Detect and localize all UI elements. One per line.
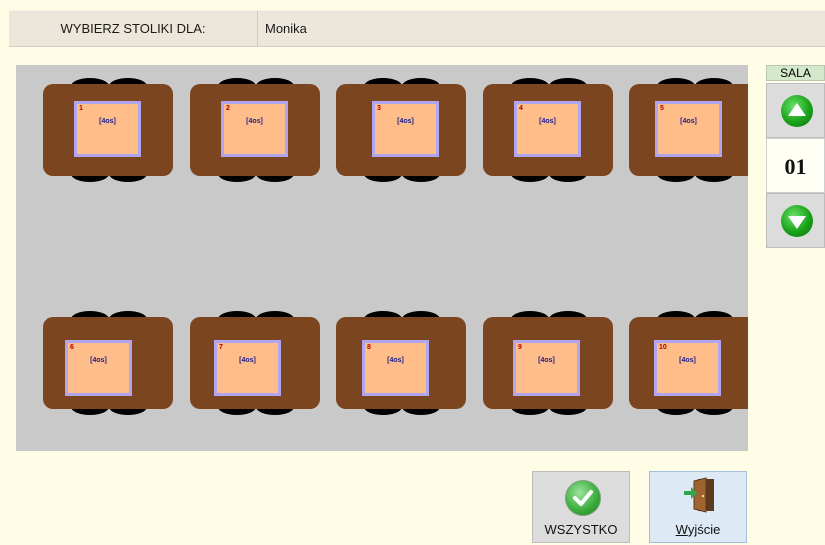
table-3[interactable]: 3 [4os]	[336, 78, 466, 182]
sala-down-button[interactable]	[766, 193, 825, 248]
select-all-button[interactable]: WSZYSTKO	[532, 471, 630, 543]
select-all-label: WSZYSTKO	[544, 522, 618, 537]
table-number: 3	[377, 105, 381, 112]
table-seats: [4os]	[539, 118, 556, 125]
table-5[interactable]: 5 [4os]	[629, 78, 748, 182]
tablecloth: 7 [4os]	[214, 340, 281, 396]
table-number: 2	[226, 105, 230, 112]
header-label: WYBIERZ STOLIKI DLA:	[9, 11, 258, 46]
table-2[interactable]: 2 [4os]	[190, 78, 320, 182]
table-number: 7	[219, 344, 223, 351]
table-seats: [4os]	[99, 118, 116, 125]
table-number: 5	[660, 105, 664, 112]
table-number: 4	[519, 105, 523, 112]
table-seats: [4os]	[90, 357, 107, 364]
table-seats: [4os]	[397, 118, 414, 125]
sala-label: SALA	[766, 65, 825, 81]
table-number: 6	[70, 344, 74, 351]
floor-plan: 1 [4os] 2 [4os] 3 [4os] 4 [4os] 5 [4os] …	[16, 65, 748, 451]
tablecloth: 4 [4os]	[514, 101, 581, 157]
tablecloth: 8 [4os]	[362, 340, 429, 396]
sala-up-button[interactable]	[766, 83, 825, 138]
tablecloth: 9 [4os]	[513, 340, 580, 396]
table-6[interactable]: 6 [4os]	[43, 311, 173, 415]
waiter-name: Monika	[265, 21, 307, 36]
sala-number: 01	[766, 138, 825, 193]
tablecloth: 3 [4os]	[372, 101, 439, 157]
table-seats: [4os]	[387, 357, 404, 364]
table-4[interactable]: 4 [4os]	[483, 78, 613, 182]
tablecloth: 2 [4os]	[221, 101, 288, 157]
table-9[interactable]: 9 [4os]	[483, 311, 613, 415]
check-icon	[565, 480, 601, 516]
table-number: 9	[518, 344, 522, 351]
table-7[interactable]: 7 [4os]	[190, 311, 320, 415]
table-seats: [4os]	[538, 357, 555, 364]
header-bar: WYBIERZ STOLIKI DLA: Monika	[9, 10, 825, 47]
table-seats: [4os]	[246, 118, 263, 125]
tablecloth: 5 [4os]	[655, 101, 722, 157]
tablecloth: 10 [4os]	[654, 340, 721, 396]
table-seats: [4os]	[239, 357, 256, 364]
table-seats: [4os]	[679, 357, 696, 364]
table-number: 8	[367, 344, 371, 351]
arrow-down-icon	[781, 205, 813, 237]
door-exit-icon	[680, 477, 720, 518]
table-10[interactable]: 10 [4os]	[629, 311, 748, 415]
table-seats: [4os]	[680, 118, 697, 125]
arrow-up-icon	[781, 95, 813, 127]
table-1[interactable]: 1 [4os]	[43, 78, 173, 182]
exit-button[interactable]: Wyjście	[649, 471, 747, 543]
tablecloth: 6 [4os]	[65, 340, 132, 396]
table-number: 10	[659, 344, 667, 351]
table-8[interactable]: 8 [4os]	[336, 311, 466, 415]
exit-label: Wyjście	[675, 522, 721, 537]
tablecloth: 1 [4os]	[74, 101, 141, 157]
table-number: 1	[79, 105, 83, 112]
